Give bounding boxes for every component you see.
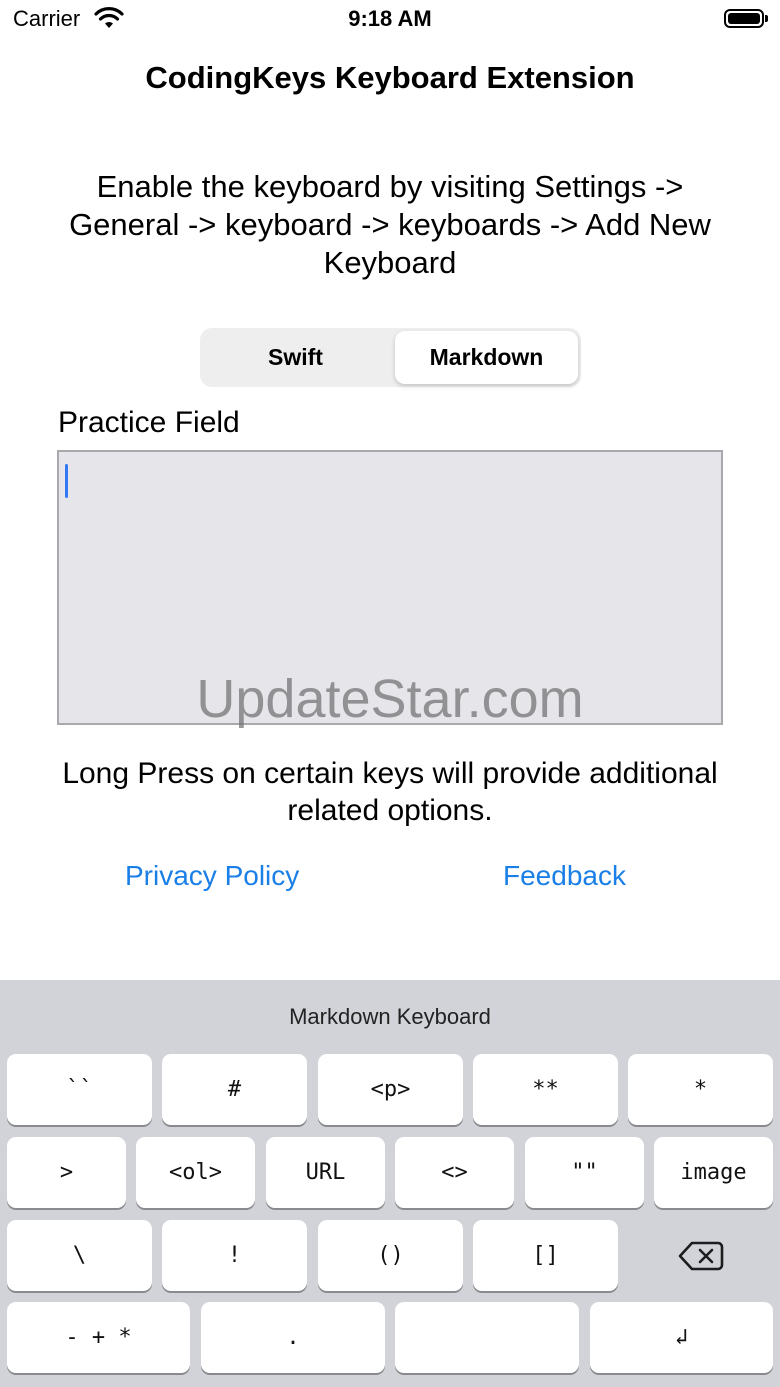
privacy-policy-link[interactable]: Privacy Policy: [125, 860, 299, 892]
return-key[interactable]: ↲: [590, 1302, 773, 1373]
battery-nub: [765, 15, 768, 22]
feedback-link[interactable]: Feedback: [503, 860, 626, 892]
key-parentheses[interactable]: (): [318, 1220, 463, 1291]
key-list-markers[interactable]: - + *: [7, 1302, 190, 1373]
space-key[interactable]: [395, 1302, 579, 1373]
key-period[interactable]: .: [201, 1302, 385, 1373]
key-hash[interactable]: #: [162, 1054, 307, 1125]
instructions-text: Enable the keyboard by visiting Settings…: [69, 169, 711, 280]
key-quotes[interactable]: "": [525, 1137, 644, 1208]
markdown-keyboard: Markdown Keyboard `` # <p> ** * > <ol> U…: [0, 980, 780, 1387]
key-bold[interactable]: **: [473, 1054, 618, 1125]
practice-field-label: Practice Field: [58, 406, 240, 439]
key-blockquote[interactable]: >: [7, 1137, 126, 1208]
long-press-note: Long Press on certain keys will provide …: [62, 757, 718, 827]
key-backslash[interactable]: \: [7, 1220, 152, 1291]
status-time: 9:18 AM: [348, 6, 432, 31]
key-paragraph[interactable]: <p>: [318, 1054, 463, 1125]
segment-markdown[interactable]: Markdown: [395, 331, 578, 384]
battery-icon: [724, 9, 764, 28]
keyboard-title: Markdown Keyboard: [289, 1004, 491, 1029]
watermark: UpdateStar.com: [196, 669, 584, 729]
key-ordered-list[interactable]: <ol>: [136, 1137, 255, 1208]
key-backticks[interactable]: ``: [7, 1054, 152, 1125]
key-angle-brackets[interactable]: <>: [395, 1137, 514, 1208]
key-url[interactable]: URL: [266, 1137, 385, 1208]
key-italic[interactable]: *: [628, 1054, 773, 1125]
page-title: CodingKeys Keyboard Extension: [145, 60, 635, 95]
key-brackets[interactable]: []: [473, 1220, 618, 1291]
delete-key[interactable]: [628, 1220, 773, 1291]
backspace-icon: [678, 1241, 723, 1270]
keyboard-mode-segmented-control[interactable]: Swift Markdown: [200, 328, 581, 387]
key-exclamation[interactable]: !: [162, 1220, 307, 1291]
text-cursor: [65, 464, 68, 498]
key-image[interactable]: image: [654, 1137, 773, 1208]
segment-swift[interactable]: Swift: [203, 331, 388, 384]
